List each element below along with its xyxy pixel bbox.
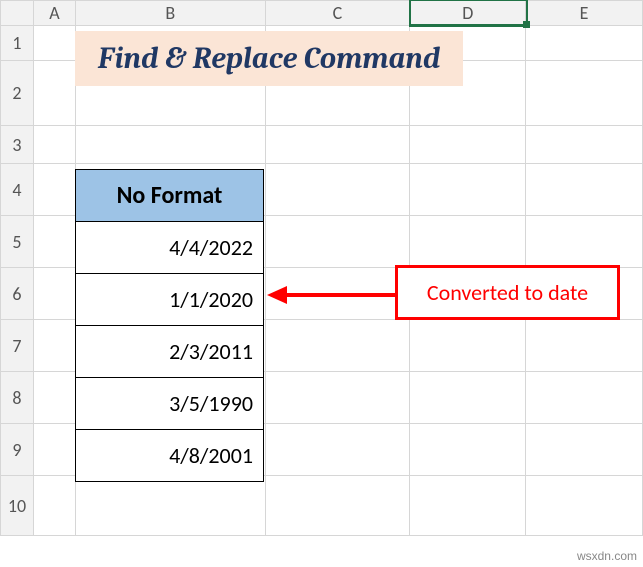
- table-row[interactable]: 4/4/2022: [76, 222, 264, 274]
- col-header-D[interactable]: D: [410, 1, 526, 26]
- cell[interactable]: [410, 216, 526, 268]
- cell[interactable]: [410, 476, 526, 536]
- title-banner: Find & Replace Command: [75, 31, 463, 86]
- cell[interactable]: [265, 424, 410, 476]
- cell[interactable]: [265, 320, 410, 372]
- row-header-4[interactable]: 4: [1, 164, 34, 216]
- row-header-8[interactable]: 8: [1, 372, 34, 424]
- cell[interactable]: [526, 126, 643, 164]
- annotation-text: Converted to date: [427, 279, 588, 306]
- cell[interactable]: [410, 164, 526, 216]
- cell[interactable]: [410, 320, 526, 372]
- row-header-10[interactable]: 10: [1, 476, 34, 536]
- cell[interactable]: [75, 476, 265, 536]
- row-header-1[interactable]: 1: [1, 26, 34, 61]
- cell[interactable]: [75, 126, 265, 164]
- row-header-9[interactable]: 9: [1, 424, 34, 476]
- row-header-7[interactable]: 7: [1, 320, 34, 372]
- cell[interactable]: [526, 372, 643, 424]
- table-row[interactable]: 2/3/2011: [76, 326, 264, 378]
- cell[interactable]: [33, 320, 75, 372]
- cell[interactable]: [526, 424, 643, 476]
- table-row[interactable]: 1/1/2020: [76, 274, 264, 326]
- cell[interactable]: [265, 126, 410, 164]
- row-header-3[interactable]: 3: [1, 126, 34, 164]
- data-table: No Format 4/4/2022 1/1/2020 2/3/2011 3/5…: [75, 169, 264, 482]
- row-header-5[interactable]: 5: [1, 216, 34, 268]
- watermark: wsxdn.com: [577, 549, 637, 563]
- cell[interactable]: [526, 320, 643, 372]
- annotation-box: Converted to date: [395, 265, 620, 320]
- col-header-E[interactable]: E: [526, 1, 643, 26]
- cell[interactable]: [526, 26, 643, 61]
- cell[interactable]: [410, 372, 526, 424]
- cell[interactable]: [33, 424, 75, 476]
- cell[interactable]: [410, 126, 526, 164]
- col-header-A[interactable]: A: [33, 1, 75, 26]
- cell[interactable]: [265, 372, 410, 424]
- col-header-B[interactable]: B: [75, 1, 265, 26]
- cell[interactable]: [33, 164, 75, 216]
- row-header-2[interactable]: 2: [1, 61, 34, 126]
- cell[interactable]: [33, 126, 75, 164]
- table-row[interactable]: 4/8/2001: [76, 430, 264, 482]
- col-header-C[interactable]: C: [265, 1, 410, 26]
- cell[interactable]: [33, 268, 75, 320]
- cell[interactable]: [526, 476, 643, 536]
- table-row[interactable]: 3/5/1990: [76, 378, 264, 430]
- cell[interactable]: [265, 164, 410, 216]
- cell[interactable]: [526, 164, 643, 216]
- cell[interactable]: [33, 216, 75, 268]
- cell[interactable]: [33, 61, 75, 126]
- cell[interactable]: [265, 216, 410, 268]
- cell[interactable]: [410, 424, 526, 476]
- cell[interactable]: [526, 216, 643, 268]
- title-text: Find & Replace Command: [98, 41, 440, 76]
- table-header[interactable]: No Format: [76, 170, 264, 222]
- select-all-corner[interactable]: [1, 1, 34, 26]
- cell[interactable]: [33, 372, 75, 424]
- cell[interactable]: [33, 26, 75, 61]
- cell[interactable]: [526, 61, 643, 126]
- row-header-6[interactable]: 6: [1, 268, 34, 320]
- cell[interactable]: [265, 476, 410, 536]
- cell[interactable]: [33, 476, 75, 536]
- arrow-icon: [265, 280, 400, 310]
